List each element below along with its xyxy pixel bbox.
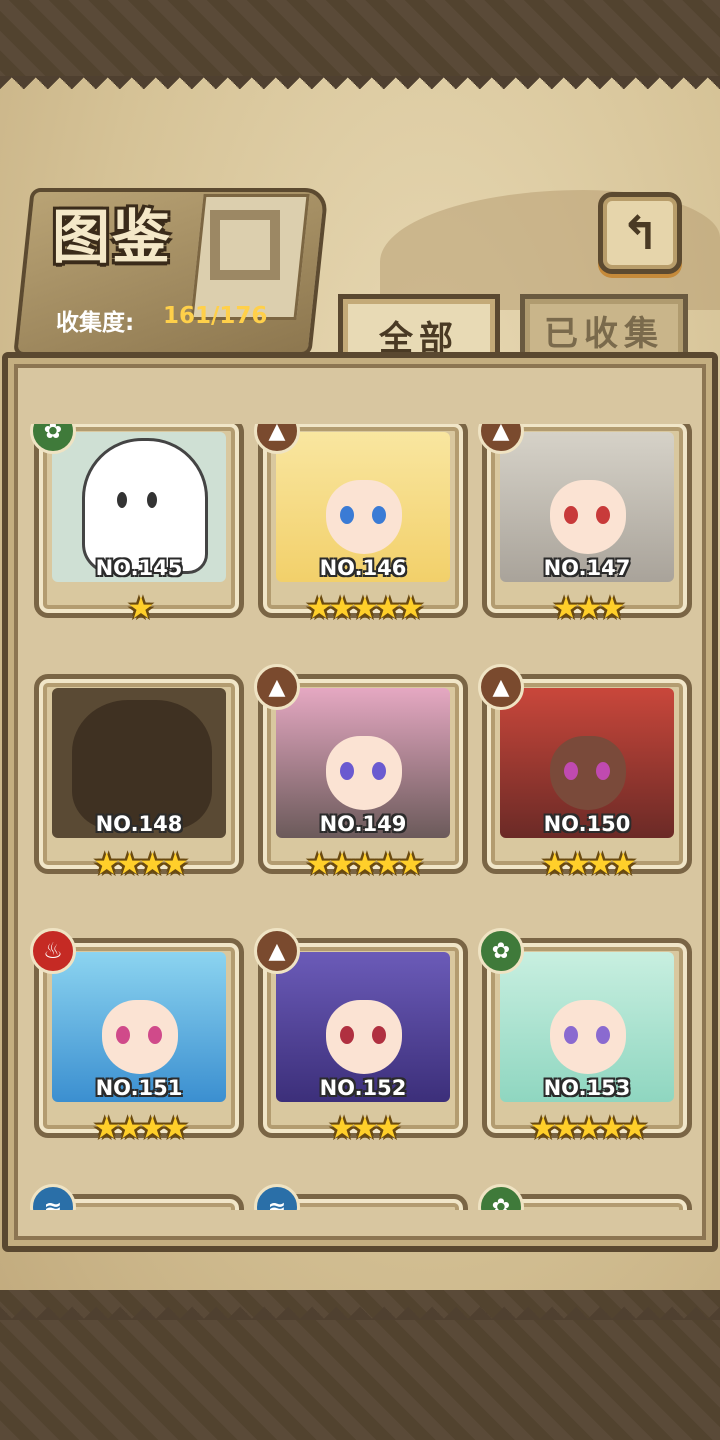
collection-card[interactable]: NO.153 ★★★★★ ✿: [478, 928, 692, 1158]
collection-card[interactable]: NO.146 ★★★★★ ▲: [254, 424, 468, 638]
card-number: NO.145: [95, 556, 183, 580]
collection-card[interactable]: NO.150 ★★★★ ▲: [478, 664, 692, 894]
card-number: NO.151: [95, 1076, 183, 1100]
card-number: NO.146: [319, 556, 407, 580]
star-rating: ★★★★: [93, 1111, 189, 1146]
card-number: NO.147: [543, 556, 631, 580]
collection-card[interactable]: NO.145 ★ ✿: [30, 424, 244, 638]
collection-card[interactable]: NO.147 ★★★ ▲: [478, 424, 692, 638]
collection-card-partial[interactable]: ≈: [30, 1184, 244, 1210]
water-element-icon: ≈: [30, 1184, 76, 1210]
star-rating: ★★★★★: [529, 1111, 648, 1146]
earth-element-icon: ▲: [254, 928, 300, 974]
collection-card-partial[interactable]: ✿: [478, 1184, 692, 1210]
collection-card-partial[interactable]: ≈: [254, 1184, 468, 1210]
star-rating: ★★★★★: [305, 847, 424, 882]
card-number: NO.153: [543, 1076, 631, 1100]
back-button[interactable]: ↰: [598, 192, 682, 274]
card-grid[interactable]: NO.145 ★ ✿ NO.146 ★★★★★ ▲ NO.147 ★★★ ▲ NO.148 ★★★★…: [26, 424, 694, 1210]
torn-edge-bottom: [0, 1290, 720, 1320]
torn-edge-top: [0, 76, 720, 106]
return-arrow-icon: ↰: [620, 206, 660, 260]
water-element-icon: ≈: [254, 1184, 300, 1210]
card-number: NO.148: [95, 812, 183, 836]
collection-label: 收集度:: [56, 310, 135, 336]
collection-card[interactable]: NO.149 ★★★★★ ▲: [254, 664, 468, 894]
earth-element-icon: ▲: [478, 664, 524, 710]
card-number: NO.150: [543, 812, 631, 836]
collection-card[interactable]: NO.151 ★★★★ ♨: [30, 928, 244, 1158]
collection-progress: 161/176: [163, 303, 268, 329]
page-title: 图鉴: [52, 203, 173, 271]
earth-element-icon: ▲: [254, 664, 300, 710]
star-rating: ★: [127, 591, 155, 626]
star-rating: ★★★★: [93, 847, 189, 882]
star-rating: ★★★★★: [305, 591, 424, 626]
star-rating: ★★★: [328, 1111, 402, 1146]
star-rating: ★★★: [552, 591, 626, 626]
grass-element-icon: ✿: [478, 1184, 524, 1210]
collection-card[interactable]: NO.148 ★★★★: [34, 674, 244, 894]
fire-element-icon: ♨: [30, 928, 76, 974]
star-rating: ★★★★: [541, 847, 637, 882]
grass-element-icon: ✿: [478, 928, 524, 974]
collection-card[interactable]: NO.152 ★★★ ▲: [254, 928, 468, 1158]
card-number: NO.149: [319, 812, 407, 836]
card-number: NO.152: [319, 1076, 407, 1100]
